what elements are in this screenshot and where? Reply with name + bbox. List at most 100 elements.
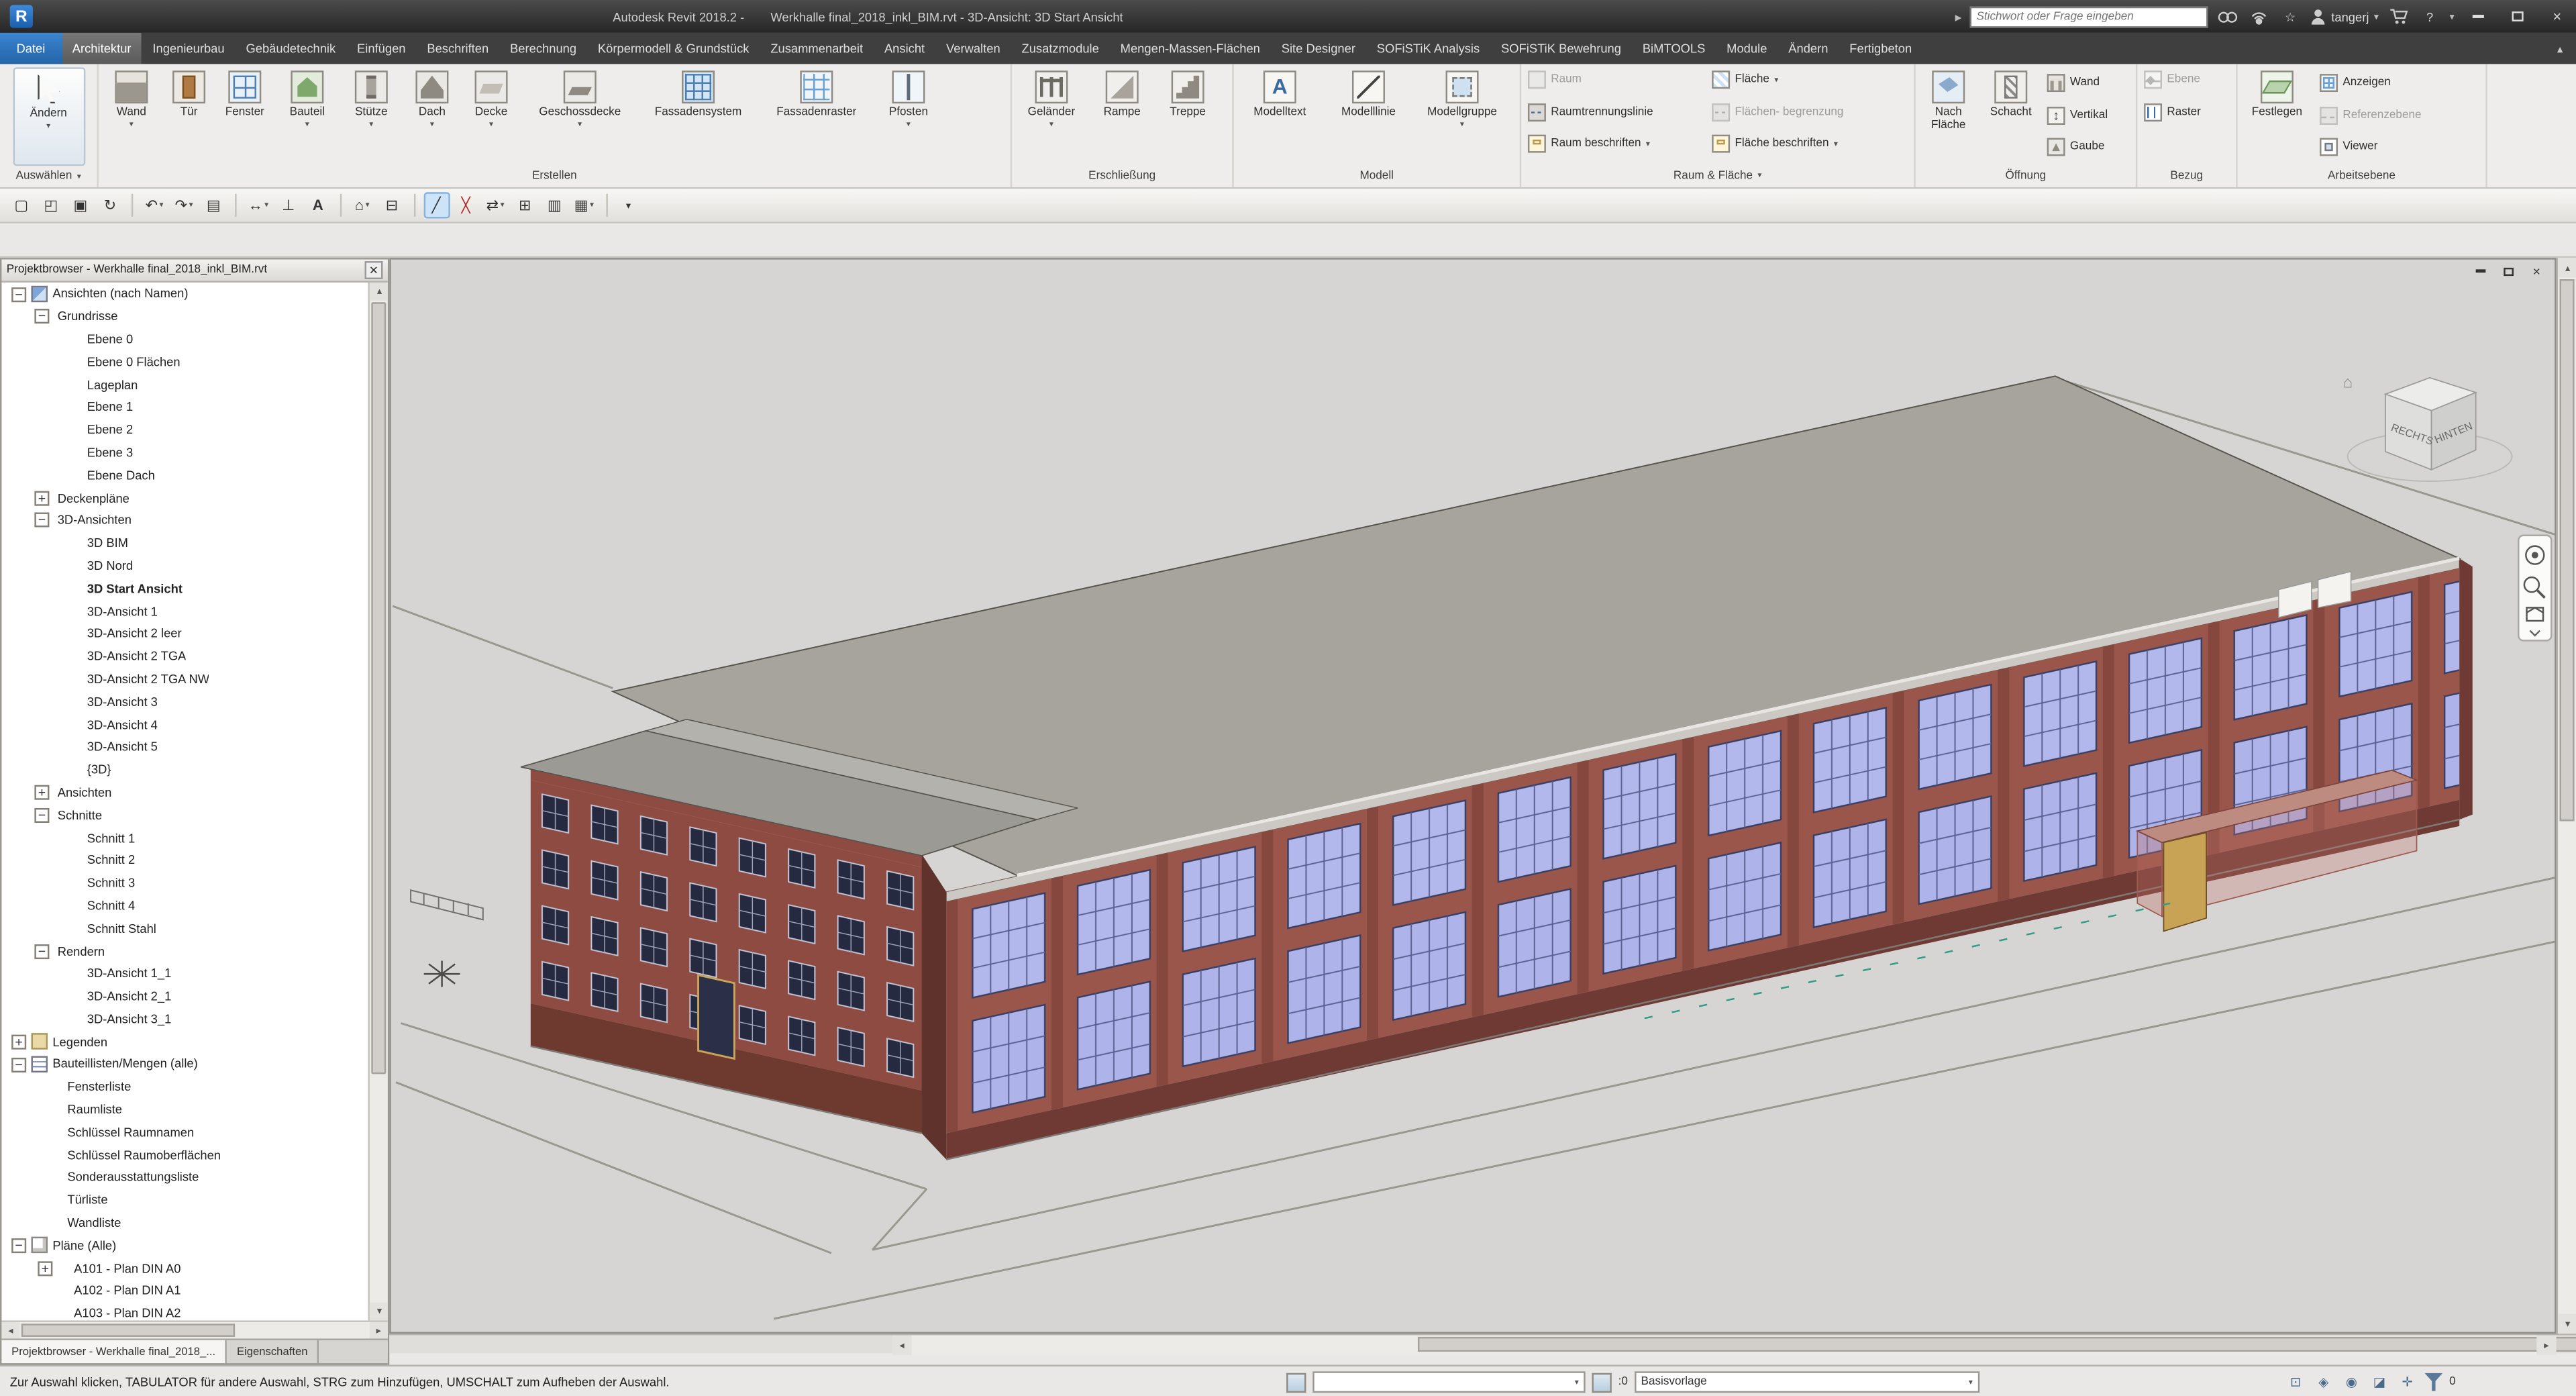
scroll-down-icon[interactable]: ▾ bbox=[370, 1303, 388, 1321]
close-button[interactable]: × bbox=[2542, 3, 2573, 30]
tab-beschriften[interactable]: Beschriften bbox=[416, 33, 499, 64]
fassadensystem-button[interactable]: Fassadensystem bbox=[639, 67, 757, 166]
viewcube-home-icon[interactable]: ⌂ bbox=[2342, 374, 2353, 392]
tab-einfuegen[interactable]: Einfügen bbox=[346, 33, 416, 64]
aligned-dimension-icon[interactable]: ⊥ bbox=[275, 192, 301, 218]
modelltext-button[interactable]: Modelltext bbox=[1235, 67, 1324, 166]
tree-item[interactable]: Legenden bbox=[1, 1030, 387, 1053]
select-underlay-icon[interactable]: ◈ bbox=[2313, 1371, 2334, 1393]
vertikal-oeffnung-button[interactable]: Vertikal bbox=[2042, 99, 2134, 132]
tree-item[interactable]: 3D-Ansicht 2_1 bbox=[1, 985, 387, 1008]
tree-item[interactable]: Ebene Dach bbox=[1, 464, 387, 487]
raumtrennungslinie-button[interactable]: Raumtrennungslinie bbox=[1523, 96, 1707, 128]
modify-button[interactable]: Ändern ▾ bbox=[12, 67, 85, 166]
tree-item[interactable]: Ebene 0 Flächen bbox=[1, 350, 387, 373]
referenzebene-button[interactable]: Referenzebene bbox=[2315, 99, 2476, 132]
tab-koerpermodell[interactable]: Körpermodell & Grundstück bbox=[587, 33, 760, 64]
tree-item[interactable]: A101 - Plan DIN A0 bbox=[1, 1257, 387, 1280]
tab-projektbrowser[interactable]: Projektbrowser - Werkhalle final_2018_..… bbox=[1, 1340, 227, 1363]
tab-datei[interactable]: Datei bbox=[0, 33, 62, 64]
cascade-windows-icon[interactable]: ▥ bbox=[542, 192, 568, 218]
project-browser-header[interactable]: Projektbrowser - Werkhalle final_2018_in… bbox=[1, 260, 387, 283]
tab-eigenschaften[interactable]: Eigenschaften bbox=[227, 1340, 319, 1363]
modify-caret-icon[interactable]: ▾ bbox=[46, 123, 50, 132]
scrollbar-thumb[interactable] bbox=[21, 1324, 235, 1337]
viewport-vertical-scrollbar[interactable]: ▴ ▾ bbox=[2557, 258, 2576, 1334]
treppe-button[interactable]: Treppe bbox=[1155, 67, 1221, 166]
tab-zusatzmodule[interactable]: Zusatzmodule bbox=[1011, 33, 1110, 64]
collapse-icon[interactable] bbox=[34, 944, 49, 958]
navigation-bar[interactable] bbox=[2518, 536, 2551, 641]
stuetze-button[interactable]: Stütze▾ bbox=[340, 67, 403, 166]
tab-bimtools[interactable]: BiMTOOLS bbox=[1632, 33, 1716, 64]
panel-label-auswaehlen[interactable]: Auswählen▾ bbox=[0, 166, 97, 187]
tree-item[interactable]: Schnitt 1 bbox=[1, 826, 387, 849]
app-store-cart-icon[interactable] bbox=[2387, 5, 2410, 28]
drag-on-selection-icon[interactable]: ✛ bbox=[2397, 1371, 2418, 1393]
tree-item[interactable]: Ebene 3 bbox=[1, 441, 387, 464]
tree-item[interactable]: A103 - Plan DIN A2 bbox=[1, 1302, 387, 1320]
tree-item[interactable]: Raumliste bbox=[1, 1098, 387, 1121]
scrollbar-thumb[interactable] bbox=[371, 302, 386, 1074]
browser-horizontal-scrollbar[interactable]: ◂ ▸ bbox=[1, 1320, 387, 1338]
search-input[interactable] bbox=[1970, 6, 2208, 28]
tab-module[interactable]: Module bbox=[1716, 33, 1778, 64]
tree-item[interactable]: Bauteillisten/Mengen (alle) bbox=[1, 1053, 387, 1076]
view-minimize-icon[interactable] bbox=[2473, 263, 2489, 279]
collapse-icon[interactable] bbox=[11, 287, 26, 301]
collapse-icon[interactable] bbox=[34, 808, 49, 823]
tree-item[interactable]: Wandliste bbox=[1, 1211, 387, 1234]
measure-icon[interactable]: ↔▾ bbox=[245, 192, 272, 218]
minimize-button[interactable] bbox=[2463, 3, 2494, 30]
panel-label-raum-flaeche[interactable]: Raum & Fläche▾ bbox=[1521, 164, 1914, 187]
tree-item[interactable]: 3D-Ansicht 2 TGA NW bbox=[1, 668, 387, 691]
tree-vertical-scrollbar[interactable]: ▴ ▾ bbox=[368, 283, 387, 1321]
tuer-button[interactable]: Tür bbox=[162, 67, 215, 166]
scroll-left-icon[interactable]: ◂ bbox=[892, 1335, 911, 1354]
collapse-icon[interactable] bbox=[34, 309, 49, 324]
tab-architektur[interactable]: Architektur bbox=[62, 33, 142, 64]
worksets-icon[interactable] bbox=[1286, 1373, 1306, 1392]
festlegen-button[interactable]: Festlegen bbox=[2239, 67, 2315, 166]
tree-item[interactable]: Ebene 0 bbox=[1, 328, 387, 350]
scroll-right-icon[interactable]: ▸ bbox=[2536, 1335, 2556, 1354]
tile-windows-icon[interactable]: ⊞ bbox=[512, 192, 538, 218]
tab-zusammenarbeit[interactable]: Zusammenarbeit bbox=[760, 33, 874, 64]
tree-item[interactable]: Schnitte bbox=[1, 803, 387, 826]
scroll-left-icon[interactable]: ◂ bbox=[1, 1322, 19, 1338]
tree-item[interactable]: 3D BIM bbox=[1, 532, 387, 554]
tab-mengen-massen-flaechen[interactable]: Mengen-Massen-Flächen bbox=[1110, 33, 1271, 64]
tree-item[interactable]: Ansichten bbox=[1, 781, 387, 804]
tree-item[interactable]: Schlüssel Raumnamen bbox=[1, 1121, 387, 1144]
scroll-right-icon[interactable]: ▸ bbox=[370, 1322, 388, 1338]
rampe-button[interactable]: Rampe bbox=[1089, 67, 1155, 166]
help-menu-caret-icon[interactable]: ▾ bbox=[2449, 11, 2454, 22]
binoculars-search-icon[interactable] bbox=[2216, 5, 2239, 28]
print-icon[interactable]: ▤ bbox=[201, 192, 227, 218]
expand-icon[interactable] bbox=[11, 1034, 26, 1049]
select-pinned-icon[interactable]: ◉ bbox=[2341, 1371, 2363, 1393]
modelllinie-button[interactable]: Modelllinie bbox=[1324, 67, 1412, 166]
modellgruppe-button[interactable]: Modellgruppe▾ bbox=[1413, 67, 1512, 166]
revit-logo-icon[interactable]: R bbox=[10, 5, 33, 28]
ribbon-minimize-icon[interactable]: ▴ bbox=[2544, 33, 2576, 64]
tab-site-designer[interactable]: Site Designer bbox=[1271, 33, 1366, 64]
porch-door[interactable] bbox=[2163, 833, 2206, 932]
gelaender-button[interactable]: Geländer▾ bbox=[1014, 67, 1090, 166]
design-option-dropdown[interactable]: Basisvorlage▾ bbox=[1635, 1371, 1979, 1393]
save-icon[interactable]: ▣ bbox=[67, 192, 93, 218]
communication-center-icon[interactable] bbox=[2247, 5, 2270, 28]
flaeche-beschriften-button[interactable]: Fläche beschriften▾ bbox=[1707, 128, 1908, 160]
scrollbar-thumb[interactable] bbox=[1418, 1337, 2576, 1352]
scroll-up-icon[interactable]: ▴ bbox=[2558, 258, 2576, 277]
tree-item[interactable]: Deckenpläne bbox=[1, 487, 387, 509]
tree-item[interactable]: 3D-Ansicht 1_1 bbox=[1, 962, 387, 985]
tree-item[interactable]: Schnitt Stahl bbox=[1, 917, 387, 940]
switch-windows-icon[interactable]: ⇄▾ bbox=[482, 192, 509, 218]
tree-item[interactable]: Fensterliste bbox=[1, 1076, 387, 1099]
tab-aendern[interactable]: Ändern bbox=[1778, 33, 1839, 64]
tree-item[interactable]: A102 - Plan DIN A1 bbox=[1, 1279, 387, 1302]
tree-item[interactable]: 3D-Ansicht 1 bbox=[1, 600, 387, 623]
entrance-door[interactable] bbox=[699, 975, 735, 1059]
viewport-horizontal-scrollbar[interactable]: ◂ ▸ bbox=[389, 1334, 2576, 1353]
